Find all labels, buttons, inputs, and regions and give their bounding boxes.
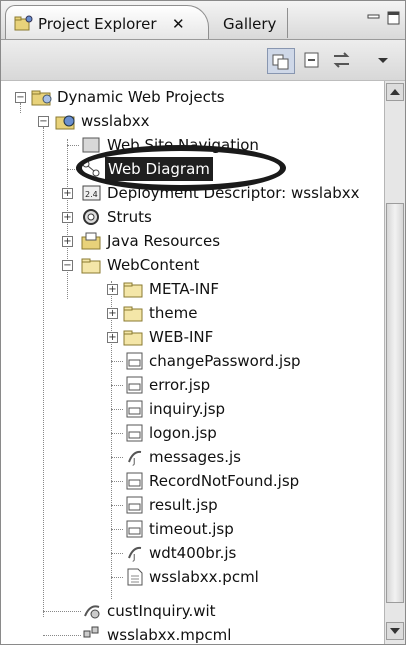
tree-node-label: Java Resources: [107, 232, 221, 250]
tree-node-label: META-INF: [149, 280, 220, 298]
jsp-file-icon: [125, 375, 145, 395]
tree-node-label: WEB-INF: [149, 328, 214, 346]
project-explorer-view: Project Explorer ✕ Gallery − Dynamic Web…: [0, 0, 406, 645]
tab-label: Gallery: [223, 15, 277, 33]
collapse-toggle[interactable]: −: [62, 260, 73, 271]
tree-node-label: messages.js: [149, 448, 241, 466]
tree-node-label: wsslabxx: [81, 112, 150, 130]
js-file-icon: J: [125, 447, 145, 467]
expand-toggle[interactable]: +: [107, 332, 118, 343]
view-toolbar: [1, 40, 405, 81]
folder-icon: [123, 279, 143, 299]
tree-node-label: custInquiry.wit: [107, 602, 216, 620]
folder-icon: [31, 87, 52, 107]
tree-node-label: wsslabxx.pcml: [149, 568, 259, 586]
expand-toggle[interactable]: +: [107, 308, 118, 319]
minimize-icon[interactable]: [367, 10, 381, 24]
tree-node-label: result.jsp: [149, 496, 218, 514]
tab-gallery[interactable]: Gallery: [211, 8, 288, 38]
folder-icon: [123, 327, 143, 347]
jsp-file-icon: [125, 471, 145, 491]
tree-node-label: RecordNotFound.jsp: [149, 472, 300, 490]
tree-node-label: WebContent: [107, 256, 200, 274]
expand-toggle[interactable]: +: [62, 212, 73, 223]
text-file-icon: [125, 567, 145, 587]
jsp-file-icon: [125, 399, 145, 419]
scroll-down-icon[interactable]: [386, 622, 404, 640]
close-icon[interactable]: ✕: [172, 15, 185, 33]
collapse-toggle[interactable]: −: [38, 116, 49, 127]
vertical-scrollbar[interactable]: [384, 81, 405, 644]
tree-node-label: changePassword.jsp: [149, 352, 301, 370]
collapse-toggle[interactable]: −: [15, 92, 26, 103]
tree-node-label: error.jsp: [149, 376, 211, 394]
wit-file-icon: [81, 601, 101, 621]
java-resources-icon: [81, 231, 101, 251]
collapse-all-icon[interactable]: [267, 48, 295, 74]
project-explorer-icon: [14, 14, 34, 32]
filter-icon[interactable]: [329, 48, 355, 72]
tree-node-label: timeout.jsp: [149, 520, 234, 538]
jsp-file-icon: [125, 495, 145, 515]
svg-text:2.4: 2.4: [85, 190, 98, 199]
site-navigation-icon: [81, 135, 101, 155]
view-tab-bar: Project Explorer ✕ Gallery: [1, 1, 405, 40]
svg-text:J: J: [132, 553, 135, 562]
link-editor-icon[interactable]: [299, 48, 325, 72]
expand-toggle[interactable]: +: [62, 236, 73, 247]
jsp-file-icon: [125, 351, 145, 371]
tree-node-label: wdt400br.js: [149, 544, 237, 562]
maximize-icon[interactable]: [387, 10, 401, 26]
tree-node-label: Dynamic Web Projects: [57, 88, 225, 106]
view-menu-icon[interactable]: [371, 48, 397, 72]
web-project-icon: [55, 111, 75, 131]
struts-icon: [81, 207, 101, 227]
tab-label: Project Explorer: [38, 15, 157, 33]
scrollbar-thumb[interactable]: [386, 203, 404, 603]
tree-node-label: Struts: [107, 208, 152, 226]
folder-open-icon: [81, 255, 101, 275]
tab-project-explorer[interactable]: Project Explorer ✕: [5, 5, 209, 39]
expand-toggle[interactable]: +: [107, 284, 118, 295]
expand-toggle[interactable]: +: [62, 188, 73, 199]
svg-text:J: J: [132, 457, 135, 466]
highlight-ring: [76, 145, 286, 191]
scroll-up-icon[interactable]: [386, 83, 404, 101]
project-tree: − Dynamic Web Projects − wsslabxx Web Si…: [1, 81, 383, 644]
js-file-icon: J: [125, 543, 145, 563]
deployment-descriptor-icon: 2.4: [81, 183, 101, 203]
tree-node-label: inquiry.jsp: [149, 400, 226, 418]
jsp-file-icon: [125, 519, 145, 539]
tree-node-label: theme: [149, 304, 198, 322]
tree-node-label: logon.jsp: [149, 424, 217, 442]
jsp-file-icon: [125, 423, 145, 443]
mpcml-file-icon: [81, 625, 101, 644]
folder-icon: [123, 303, 143, 323]
tree-node-label: wsslabxx.mpcml: [107, 626, 232, 644]
